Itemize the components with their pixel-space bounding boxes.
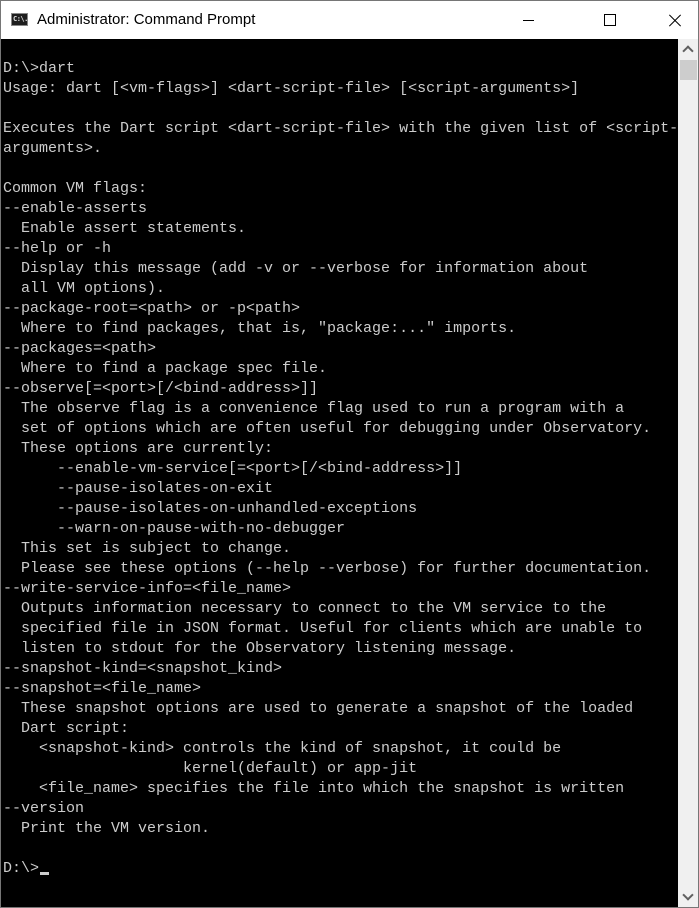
console-line: --pause-isolates-on-unhandled-exceptions <box>3 500 418 517</box>
cmd-icon-glyph: C:\. <box>13 15 28 23</box>
console-line: These options are currently: <box>3 440 274 457</box>
chevron-up-icon <box>682 45 694 57</box>
console-line: This set is subject to change. <box>3 540 292 557</box>
maximize-icon <box>604 14 616 26</box>
console-line: --help or -h <box>3 240 112 257</box>
console-line: Dart script: <box>3 720 130 737</box>
prompt-line[interactable]: D:\> <box>3 859 678 879</box>
prompt-text: D:\> <box>3 860 40 877</box>
command-prompt-window: C:\. Administrator: Command Prompt D:\>d… <box>0 0 699 908</box>
console-line: <snapshot-kind> controls the kind of sna… <box>3 740 562 757</box>
console-line: --version <box>3 800 85 817</box>
scroll-down-button[interactable] <box>678 887 698 907</box>
console-line: Common VM flags: <box>3 180 148 197</box>
text-cursor <box>40 872 50 875</box>
console-line: --observe[=<port>[/<bind-address>]] <box>3 380 319 397</box>
console-line: Enable assert statements. <box>3 220 247 237</box>
console-line: D:\>dart <box>3 60 76 77</box>
console-line: <file_name> specifies the file into whic… <box>3 780 625 797</box>
console-line: The observe flag is a convenience flag u… <box>3 400 625 417</box>
minimize-icon <box>522 19 534 21</box>
console-line: --snapshot-kind=<snapshot_kind> <box>3 660 283 677</box>
console-line: Where to find packages, that is, "packag… <box>3 320 517 337</box>
console-line: Usage: dart [<vm-flags>] <dart-script-fi… <box>3 80 580 97</box>
console-line: all VM options). <box>3 280 166 297</box>
console-line: Executes the Dart script <dart-script-fi… <box>3 120 678 137</box>
close-icon <box>669 14 681 26</box>
close-button[interactable] <box>652 1 698 39</box>
console-line: specified file in JSON format. Useful fo… <box>3 620 643 637</box>
console-line: Print the VM version. <box>3 820 211 837</box>
console-line: listen to stdout for the Observatory lis… <box>3 640 517 657</box>
scroll-up-button[interactable] <box>678 39 698 59</box>
maximize-button[interactable] <box>587 1 633 39</box>
console-text: D:\>dart Usage: dart [<vm-flags>] <dart-s… <box>3 59 678 879</box>
console-line: --enable-vm-service[=<port>[/<bind-addre… <box>3 460 463 477</box>
console-line: These snapshot options are used to gener… <box>3 700 634 717</box>
console-output-area[interactable]: D:\>dart Usage: dart [<vm-flags>] <dart-s… <box>1 39 678 907</box>
console-line: set of options which are often useful fo… <box>3 420 652 437</box>
console-line: Display this message (add -v or --verbos… <box>3 260 589 277</box>
vertical-scrollbar[interactable] <box>678 39 698 907</box>
console-line: --enable-asserts <box>3 200 148 217</box>
minimize-button[interactable] <box>505 1 551 39</box>
console-line: Where to find a package spec file. <box>3 360 328 377</box>
console-line: kernel(default) or app-jit <box>3 760 418 777</box>
console-line: Please see these options (--help --verbo… <box>3 560 652 577</box>
console-line: --write-service-info=<file_name> <box>3 580 292 597</box>
console-line: arguments>. <box>3 140 103 157</box>
title-bar[interactable]: C:\. Administrator: Command Prompt <box>1 1 698 39</box>
scrollbar-thumb[interactable] <box>680 60 697 80</box>
chevron-down-icon <box>682 889 694 901</box>
console-line: Outputs information necessary to connect… <box>3 600 607 617</box>
console-line: --packages=<path> <box>3 340 157 357</box>
cmd-app-icon[interactable]: C:\. <box>11 13 28 26</box>
console-line: --package-root=<path> or -p<path> <box>3 300 301 317</box>
window-title: Administrator: Command Prompt <box>37 11 256 28</box>
console-line: --snapshot=<file_name> <box>3 680 202 697</box>
console-line: --warn-on-pause-with-no-debugger <box>3 520 346 537</box>
console-line: --pause-isolates-on-exit <box>3 480 274 497</box>
